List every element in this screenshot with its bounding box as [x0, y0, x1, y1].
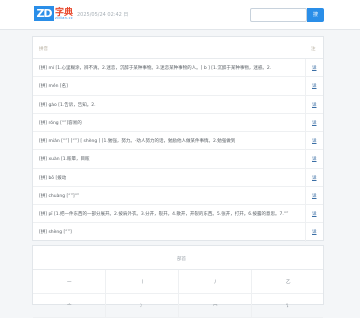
- result-detail-link[interactable]: 详: [312, 120, 317, 126]
- row-divider: [305, 77, 306, 95]
- row-divider: [305, 168, 306, 186]
- result-detail-link[interactable]: 详: [312, 156, 317, 162]
- result-row: [拼] shèng [“”] 详: [33, 223, 323, 242]
- radical-cell[interactable]: 丨: [106, 270, 179, 293]
- radical-label: 冫: [140, 304, 145, 309]
- radical-panel-header: 部首: [33, 246, 323, 270]
- radical-grid-row: 亠 冫 冖 讠: [33, 294, 323, 318]
- radical-label: 丨: [140, 280, 145, 285]
- radical-panel: 部首 一 丨 丿 乙 亠 冫 冖 讠: [32, 245, 324, 318]
- result-row: [拼] róng [“”]容易的 详: [33, 113, 323, 132]
- result-row: [拼] chuàng [“”]“” 详: [33, 186, 323, 205]
- radical-panel-title: 部首: [177, 257, 186, 262]
- radical-cell[interactable]: 冫: [106, 294, 179, 317]
- radical-label: 亠: [67, 304, 72, 309]
- result-detail-link[interactable]: 详: [312, 175, 317, 181]
- row-divider: [305, 59, 306, 77]
- search-input[interactable]: [250, 8, 307, 22]
- radical-label: 丿: [213, 280, 218, 285]
- search-button[interactable]: 搜: [307, 8, 324, 22]
- result-row-text: [拼] miǎn [“”] [“”] [ shèng ] [1.勉强，努力。-劝…: [39, 139, 236, 144]
- result-row-text: [拼] pī [1.把一件东西的一部分展开。2.披肩外衣。3.分开，裂开。4.散…: [39, 212, 289, 217]
- logo-subtitle: zidian.cc: [55, 16, 74, 20]
- result-detail-link[interactable]: 详: [312, 211, 317, 217]
- date-time-display: 2025/05/24 02:42 日: [77, 12, 129, 18]
- result-row: [拼] pī [1.把一件东西的一部分展开。2.披肩外衣。3.分开，裂开。4.散…: [33, 205, 323, 224]
- radical-cell[interactable]: 冖: [179, 294, 252, 317]
- row-divider: [305, 223, 306, 242]
- result-row-text: [拼] bō [拨动: [39, 175, 67, 181]
- result-row-text: [拼] mí [1.心里糊涂，辨不清。2.迷恋，沉醉于某种事物。3.迷恋某种事物…: [39, 66, 272, 71]
- row-divider: [305, 95, 306, 113]
- panel-title: 拼音: [39, 47, 48, 52]
- panel-column-label: 注: [311, 47, 316, 52]
- result-row: [拼] xuàn [1.眩晕，目眩 详: [33, 150, 323, 169]
- radical-label: 冖: [213, 304, 218, 309]
- panel-header: 拼音 注: [33, 37, 323, 59]
- result-detail-link[interactable]: 详: [312, 102, 317, 108]
- top-header: ZD 字典 zidian.cc 2025/05/24 02:42 日 搜: [0, 0, 360, 30]
- result-row-text: [拼] mén [名]: [39, 84, 68, 90]
- row-divider: [305, 132, 306, 150]
- result-row: [拼] mén [名] 详: [33, 77, 323, 96]
- row-divider: [305, 150, 306, 168]
- result-detail-link[interactable]: 详: [312, 65, 317, 71]
- radical-grid-row: 一 丨 丿 乙: [33, 270, 323, 294]
- radical-cell[interactable]: 讠: [252, 294, 325, 317]
- result-row-text: [拼] gào [1.告诉，告知。2.: [39, 102, 96, 108]
- result-detail-link[interactable]: 详: [312, 83, 317, 89]
- result-row-text: [拼] shèng [“”]: [39, 230, 72, 236]
- result-row: [拼] bō [拨动 详: [33, 168, 323, 187]
- row-divider: [305, 186, 306, 204]
- radical-cell[interactable]: 丿: [179, 270, 252, 293]
- result-row-text: [拼] róng [“”]容易的: [39, 120, 82, 126]
- result-row-text: [拼] chuàng [“”]“”: [39, 193, 80, 199]
- pinyin-results-panel: 拼音 注 [拼] mí [1.心里糊涂，辨不清。2.迷恋，沉醉于某种事物。3.迷…: [32, 36, 324, 242]
- radical-label: 乙: [286, 280, 291, 285]
- radical-label: 一: [67, 280, 72, 285]
- radical-cell[interactable]: 一: [33, 270, 106, 293]
- result-row: [拼] miǎn [“”] [“”] [ shèng ] [1.勉强，努力。-劝…: [33, 132, 323, 151]
- result-detail-link[interactable]: 详: [312, 229, 317, 235]
- row-divider: [305, 113, 306, 131]
- result-detail-link[interactable]: 详: [312, 138, 317, 144]
- result-detail-link[interactable]: 详: [312, 193, 317, 199]
- logo-mark: ZD: [34, 6, 54, 21]
- radical-label: 讠: [286, 304, 291, 309]
- site-logo[interactable]: ZD 字典 zidian.cc: [34, 6, 74, 24]
- radical-cell[interactable]: 乙: [252, 270, 325, 293]
- result-row: [拼] mí [1.心里糊涂，辨不清。2.迷恋，沉醉于某种事物。3.迷恋某种事物…: [33, 59, 323, 78]
- radical-cell[interactable]: 亠: [33, 294, 106, 317]
- result-row: [拼] gào [1.告诉，告知。2. 详: [33, 95, 323, 114]
- result-row-text: [拼] xuàn [1.眩晕，目眩: [39, 157, 90, 163]
- row-divider: [305, 205, 306, 223]
